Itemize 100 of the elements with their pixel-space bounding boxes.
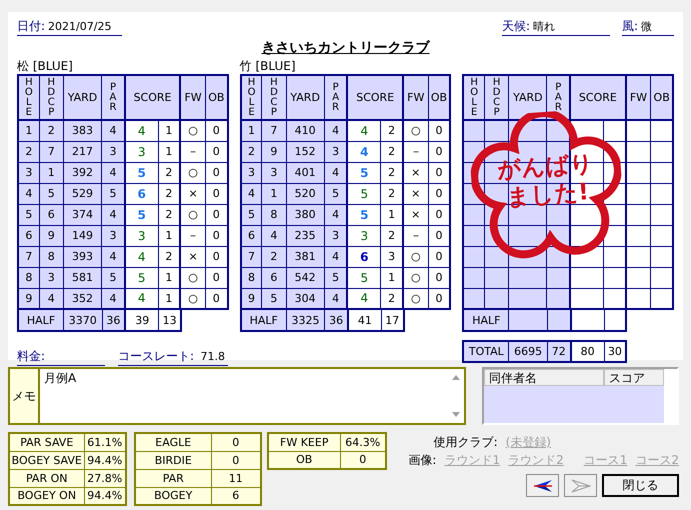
score-cell: 5 [124, 267, 158, 288]
column-header[interactable]: 同伴者名 [484, 369, 604, 386]
table-cell: 1 [18, 120, 40, 141]
table-cell: 381 [286, 246, 324, 267]
table-cell: 36 [102, 309, 126, 331]
score-cell: 5 [347, 267, 381, 288]
table-cell: 7 [262, 120, 286, 141]
table-cell: 9 [18, 288, 40, 309]
table-cell: ○ [180, 204, 206, 225]
left-arrow-icon [532, 478, 552, 492]
stat-value: 11 [211, 469, 261, 487]
stat-label: BOGEY [135, 487, 211, 505]
half-label: HALF [463, 309, 509, 331]
table-cell: 1 [39, 162, 64, 183]
column-header: FW [402, 75, 428, 120]
table-cell: 4 [102, 246, 125, 267]
images-label: 画像: [408, 452, 436, 469]
table-cell: 5 [102, 183, 125, 204]
table-cell: 2 [39, 120, 64, 141]
table-cell: 0 [428, 267, 450, 288]
column-header: SCORE [124, 75, 180, 120]
table-cell: 0 [205, 288, 228, 309]
table-cell: 2 [380, 225, 403, 246]
close-button[interactable]: 閉じる [602, 474, 679, 497]
column-header: HDCP [262, 75, 286, 120]
table-cell: 0 [428, 141, 450, 162]
stat-value: 61.1% [84, 433, 126, 451]
back-button[interactable] [526, 474, 559, 497]
table-cell: 2 [240, 141, 262, 162]
table-cell: 5 [18, 204, 40, 225]
column-header: PAR [102, 75, 125, 120]
column-header[interactable]: スコア [604, 369, 664, 386]
half-label: HALF [240, 309, 286, 331]
table-cell: 6 [18, 225, 40, 246]
fee-field[interactable]: 料金: [17, 348, 105, 366]
table-cell: － [180, 225, 206, 246]
stat-value: 64.3% [340, 433, 386, 451]
table-cell: 217 [63, 141, 102, 162]
table-cell: 0 [428, 225, 450, 246]
table-cell: 0 [428, 183, 450, 204]
course-rate-field[interactable]: コースレート: 71.8 [118, 348, 228, 366]
table-cell: 149 [63, 225, 102, 246]
table-cell: 152 [286, 141, 324, 162]
table-cell: 1 [262, 183, 286, 204]
table-cell: 410 [286, 120, 324, 141]
score-cell: 4 [347, 141, 381, 162]
table-cell: 8 [240, 267, 262, 288]
column-header: OB [650, 75, 674, 120]
column-header: OB [428, 75, 450, 120]
stat-value: 0 [211, 451, 261, 469]
weather-field[interactable]: 天候: 晴れ [502, 18, 610, 36]
stat-value: 27.8% [84, 469, 126, 487]
table-cell: 1 [380, 204, 403, 225]
wind-field[interactable]: 風: 微 [622, 18, 674, 36]
table-cell: ○ [402, 246, 428, 267]
table-cell: 8 [39, 246, 64, 267]
course-title: きさいちカントリークラブ [262, 39, 430, 57]
table-cell: 3370 [64, 309, 102, 331]
table-cell: 3 [240, 162, 262, 183]
table-cell: 4 [18, 183, 40, 204]
table-cell: 529 [63, 183, 102, 204]
table-cell: 0 [205, 246, 228, 267]
table-cell: 2 [380, 141, 403, 162]
score-cell: 4 [124, 246, 158, 267]
table-cell: 0 [428, 246, 450, 267]
table-cell: × [180, 183, 206, 204]
table-cell: ○ [180, 267, 206, 288]
score-cell: 5 [124, 204, 158, 225]
score-cell: 6 [347, 246, 381, 267]
score-cell: 4 [347, 120, 381, 141]
table-cell: ○ [180, 288, 206, 309]
table-cell: 401 [286, 162, 324, 183]
table-cell: × [402, 204, 428, 225]
table-cell: － [180, 141, 206, 162]
date-field[interactable]: 日付: 2021/07/25 [17, 18, 122, 36]
score-cell: 5 [347, 204, 381, 225]
right-arrow-icon [570, 478, 590, 492]
table-cell: 7 [39, 141, 64, 162]
table-cell: 0 [428, 204, 450, 225]
stat-label: FW KEEP [268, 433, 340, 451]
table-cell: 3 [102, 141, 125, 162]
table-cell: 3325 [286, 309, 325, 331]
score-cell: 6 [124, 183, 158, 204]
column-header: HDCP [39, 75, 64, 120]
companion-list[interactable]: 同伴者名 スコア [482, 367, 679, 425]
column-header: HOLE [18, 75, 40, 120]
table-cell: × [402, 183, 428, 204]
score-cell: 5 [124, 162, 158, 183]
table-cell: ○ [402, 267, 428, 288]
table-cell: 0 [205, 183, 228, 204]
table-cell: 39 [125, 309, 159, 331]
total-label: TOTAL [463, 341, 509, 362]
table-cell: 542 [286, 267, 324, 288]
column-header: HDCP [484, 75, 509, 120]
column-header: HOLE [240, 75, 262, 120]
score-cell: 4 [124, 120, 158, 141]
table-cell: 393 [63, 246, 102, 267]
table-cell: 72 [547, 341, 571, 362]
course-caption: 竹 [BLUE] [240, 59, 296, 73]
table-cell: × [402, 162, 428, 183]
